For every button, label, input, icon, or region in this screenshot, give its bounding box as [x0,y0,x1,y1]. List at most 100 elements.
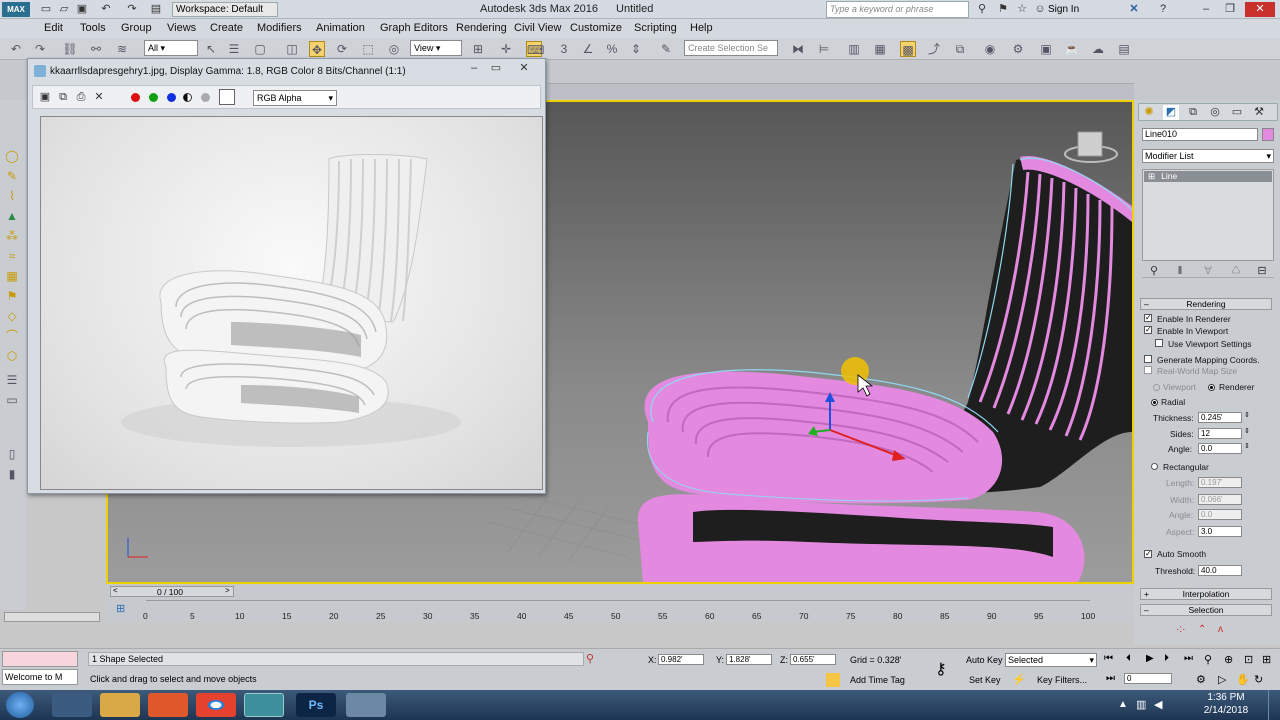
flag-icon[interactable]: ⚑ [4,288,20,304]
current-frame-field[interactable]: 0 [1124,673,1172,684]
dialog-maximize-icon[interactable]: ▭ [488,61,504,76]
selection-filter-dropdown[interactable]: All ▾ [144,40,198,56]
brush-icon[interactable]: ⌇ [4,188,20,204]
y-coordinate-field[interactable]: 1.828' [726,654,772,665]
taskbar-chrome-icon[interactable] [196,693,236,717]
go-to-start-icon[interactable]: ⏮ [1104,653,1113,664]
taskbar-3dsmax-icon[interactable] [244,693,284,717]
swatch-icon[interactable] [219,89,235,105]
redo-icon[interactable]: ↷ [32,41,48,57]
curve-editor-icon[interactable]: ⤴ [926,41,942,57]
left-scrollbar[interactable] [4,612,100,622]
utilities-tab-icon[interactable]: ⚒ [1251,105,1267,120]
use-viewport-settings-checkbox[interactable] [1155,339,1163,347]
dialog-close-icon[interactable]: ✕ [516,61,532,76]
named-selection-set-input[interactable]: Create Selection Se [684,40,778,56]
aspect-field[interactable]: 3.0 [1198,526,1242,537]
menu-customize[interactable]: Customize [570,22,622,34]
field-of-view-icon[interactable]: ▷ [1218,673,1226,686]
select-manipulate-icon[interactable]: ✛ [498,41,514,57]
doc-icon[interactable]: ▭ [4,392,20,408]
interpolation-rollout[interactable]: + Interpolation [1140,588,1272,600]
taskbar-media-icon[interactable] [148,693,188,717]
snaps-toggle-icon[interactable]: 3 [556,41,572,57]
star-icon[interactable]: ☆ [1014,2,1030,17]
menu-animation[interactable]: Animation [316,22,365,34]
restore-icon[interactable]: ❐ [1222,2,1238,17]
new-file-icon[interactable]: ▭ [38,2,54,17]
isolate-lock-icon[interactable]: ⚲ [586,652,594,665]
configure-modifier-sets-icon[interactable]: ⊟ [1254,264,1270,279]
edit-named-selection-icon[interactable]: ✎ [658,41,674,57]
tray-volume-icon[interactable]: ◀ [1154,698,1162,711]
motion-tab-icon[interactable]: ◎ [1207,105,1223,120]
workspace-dropdown[interactable]: Workspace: Default [172,2,278,17]
generate-mapping-checkbox[interactable] [1144,355,1152,363]
real-world-map-checkbox[interactable] [1144,366,1152,374]
taskbar-document-icon[interactable] [52,693,92,717]
save-icon[interactable]: ▣ [74,2,90,17]
material-editor-icon[interactable]: ◉ [982,41,998,57]
viewport-radio[interactable] [1153,384,1160,391]
link-icon[interactable]: ⛓ [62,41,78,57]
close-icon[interactable]: ✕ [1245,2,1275,17]
menu-tools[interactable]: Tools [80,22,106,34]
selection-rollout[interactable]: – Selection [1140,604,1272,616]
auto-smooth-checkbox[interactable]: ✓ [1144,550,1152,558]
tray-network-icon[interactable]: ▥ [1136,698,1146,711]
paint-select-icon[interactable]: ⬡ [4,348,20,364]
time-slider-next-icon[interactable]: > [225,586,230,595]
keyword-search-input[interactable]: Type a keyword or phrase [826,1,969,18]
rect-angle-field[interactable]: 0.0 [1198,509,1242,520]
next-frame-icon[interactable]: ⏵ [1164,653,1169,664]
toggle-scene-explorer-icon[interactable]: ▥ [846,41,862,57]
create-tab-icon[interactable]: ✺ [1141,105,1157,120]
scatter-icon[interactable]: ⁂ [4,228,20,244]
subscription-icon[interactable]: ⚑ [995,2,1011,17]
minimize-icon[interactable]: – [1198,2,1214,17]
rectangular-radio[interactable] [1151,463,1158,470]
maxscript-listener-pink[interactable] [2,651,78,667]
menu-views[interactable]: Views [167,22,196,34]
menu-group[interactable]: Group [121,22,152,34]
key-mode-dropdown[interactable]: Selected ▾ [1005,653,1097,667]
maxscript-listener-white[interactable]: Welcome to M [2,669,78,685]
length-field[interactable]: 0.197' [1198,477,1242,488]
layer-icon[interactable]: ▮ [4,466,20,482]
app-max-icon[interactable]: MAX [2,2,30,17]
orbit-icon[interactable]: ↻ [1254,673,1263,686]
project-folder-icon[interactable]: ▤ [148,2,164,17]
key-filters-button[interactable]: Key Filters... [1037,675,1087,685]
zoom-icon[interactable]: ⚲ [1204,653,1212,666]
undo-icon[interactable]: ↶ [8,41,24,57]
menu-rendering[interactable]: Rendering [456,22,507,34]
enable-in-renderer-checkbox[interactable]: ✓ [1144,314,1152,322]
mini-curve-editor-icon[interactable]: ⊞ [116,602,125,615]
taskbar-notepad-icon[interactable] [346,693,386,717]
angle-field[interactable]: 0.0 [1198,443,1242,454]
place-icon[interactable]: ◎ [386,41,402,57]
rectangular-selection-icon[interactable]: ▢ [252,41,268,57]
taskbar-explorer-icon[interactable] [100,693,140,717]
hierarchy-tab-icon[interactable]: ⧉ [1185,105,1201,120]
radial-radio[interactable] [1151,399,1158,406]
modifier-list-dropdown[interactable]: Modifier List ▾ [1142,149,1274,163]
go-to-end-icon[interactable]: ⏭ [1184,653,1193,664]
make-unique-icon[interactable]: ∀ [1200,264,1216,279]
key-filter-icon[interactable]: ⚡ [1012,673,1026,686]
channel-display-dropdown[interactable]: RGB Alpha ▾ [253,90,337,106]
start-button-icon[interactable] [6,692,34,718]
object-name-field[interactable]: Line010 [1142,128,1258,141]
exchange-icon[interactable]: ✕ [1126,2,1142,17]
unlink-icon[interactable]: ⚯ [88,41,104,57]
view-cube[interactable] [1064,131,1118,163]
menu-civil-view[interactable]: Civil View [514,22,561,34]
modify-tab-icon[interactable]: ◩ [1163,105,1179,120]
image-viewer-dialog[interactable]: kkaarrllsdapresgehry1.jpg, Display Gamma… [27,58,546,494]
render-production-icon[interactable]: ☕ [1064,41,1080,57]
z-coordinate-field[interactable]: 0.655' [790,654,836,665]
list-icon[interactable]: ☰ [4,372,20,388]
play-icon[interactable]: ▶ [1146,653,1154,664]
percent-snap-icon[interactable]: % [604,41,620,57]
modifier-stack-item-line[interactable]: ⊞ Line [1144,171,1272,182]
